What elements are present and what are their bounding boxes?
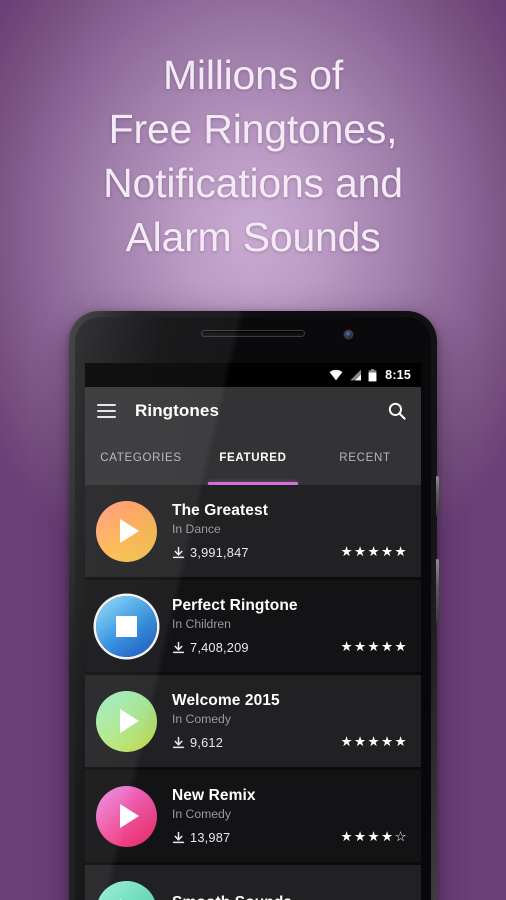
tab-categories[interactable]: CATEGORIES [85,435,197,485]
ringtone-title: Welcome 2015 [172,692,280,709]
ringtone-title: Perfect Ringtone [172,597,298,614]
earpiece-speaker-icon [201,330,305,337]
search-button[interactable] [385,399,409,423]
ringtone-title: Smooth Sounds [172,894,408,900]
list-item[interactable]: New Remix In Comedy 13,987 ★★★★☆ [85,770,421,862]
cellular-signal-icon [350,369,362,381]
play-icon [120,709,139,733]
list-item[interactable]: Welcome 2015 In Comedy 9,612 ★★★★★ [85,675,421,767]
tab-recent[interactable]: RECENT [309,435,421,485]
status-bar-clock: 8:15 [385,368,411,382]
rating-stars: ★★★★★ [340,734,408,749]
ringtone-list[interactable]: The Greatest In Dance 3,991,847 ★★★★★ Pe… [85,485,421,900]
download-count: 7,408,209 [190,639,249,655]
download-count: 3,991,847 [190,544,249,560]
phone-screen: 8:15 Ringtones CATEGORIES FEATURED RECEN… [85,363,421,900]
ringtone-category: In Dance [172,522,221,536]
download-count: 13,987 [190,829,231,845]
ringtone-title: The Greatest [172,502,268,519]
wifi-icon [329,369,343,381]
search-icon [388,402,406,420]
tab-featured[interactable]: FEATURED [197,435,309,485]
app-bar: Ringtones [85,387,421,435]
album-art[interactable] [96,880,157,900]
ringtone-stats: 13,987 ★★★★☆ [172,829,408,845]
ringtone-category: In Comedy [172,712,231,726]
list-item-meta: Perfect Ringtone In Children 7,408,209 ★… [172,597,408,655]
page-title: Millions of Free Ringtones, Notification… [103,52,403,260]
album-art[interactable] [96,500,157,562]
list-item-meta: New Remix In Comedy 13,987 ★★★★☆ [172,787,408,845]
volume-button[interactable] [436,559,439,623]
download-count: 9,612 [190,734,224,750]
play-icon [120,804,139,828]
download-icon [172,546,185,558]
front-camera-icon [344,330,353,339]
ringtone-stats: 9,612 ★★★★★ [172,734,408,750]
album-art[interactable] [96,690,157,752]
battery-icon [368,368,377,381]
download-icon [172,831,185,843]
album-art[interactable] [96,785,157,847]
list-item[interactable]: The Greatest In Dance 3,991,847 ★★★★★ [85,485,421,577]
ringtone-stats: 3,991,847 ★★★★★ [172,544,408,560]
ringtone-category: In Comedy [172,807,231,821]
rating-stars: ★★★★★ [340,639,408,654]
tab-bar: CATEGORIES FEATURED RECENT [85,435,421,485]
stop-icon [116,615,137,637]
download-icon [172,641,185,653]
phone-device-mockup: 8:15 Ringtones CATEGORIES FEATURED RECEN… [69,311,439,900]
status-bar: 8:15 [85,363,421,387]
hamburger-menu-icon[interactable] [97,403,116,419]
list-item[interactable]: Smooth Sounds In Sound Effects [85,865,421,900]
album-art[interactable] [96,595,157,657]
promo-stage: Millions of Free Ringtones, Notification… [0,0,506,900]
play-icon [120,519,139,543]
ringtone-category: In Children [172,617,231,631]
list-item-meta: Welcome 2015 In Comedy 9,612 ★★★★★ [172,692,408,750]
list-item-meta: Smooth Sounds In Sound Effects [172,894,408,900]
ringtone-stats: 7,408,209 ★★★★★ [172,639,408,655]
list-item[interactable]: Perfect Ringtone In Children 7,408,209 ★… [85,580,421,672]
ringtone-title: New Remix [172,787,256,804]
app-title: Ringtones [135,401,220,420]
rating-stars: ★★★★★ [340,544,408,559]
list-item-meta: The Greatest In Dance 3,991,847 ★★★★★ [172,502,408,560]
download-icon [172,736,185,748]
power-button[interactable] [436,476,439,516]
rating-stars: ★★★★☆ [340,829,408,844]
